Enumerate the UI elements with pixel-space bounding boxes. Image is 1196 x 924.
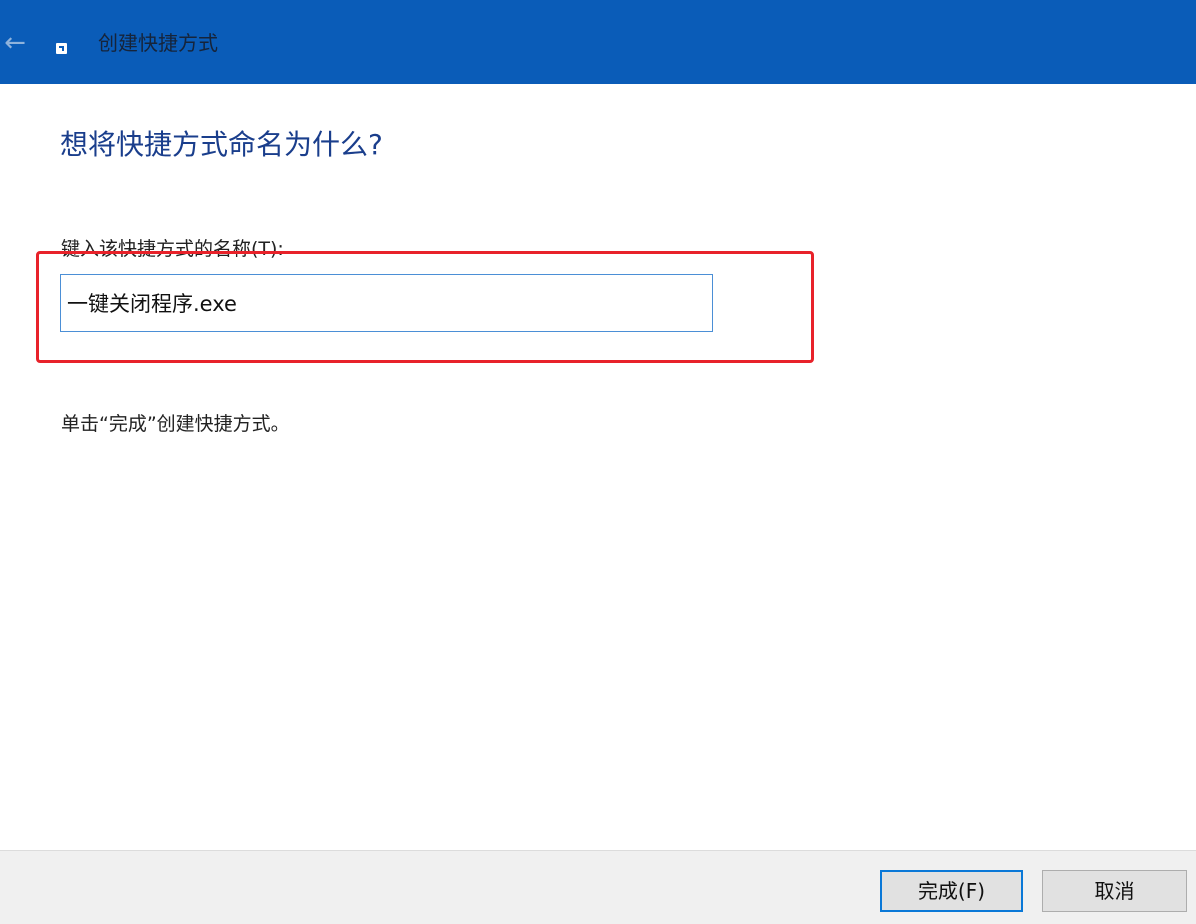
red-highlight-annotation: [36, 251, 814, 363]
back-arrow-icon[interactable]: ←: [0, 26, 30, 60]
create-shortcut-window: ← 创建快捷方式 想将快捷方式命名为什么? 键入该快捷方式的名称(T): 单击“…: [0, 0, 1196, 924]
title-bar: ← 创建快捷方式: [0, 0, 1196, 84]
finish-hint-text: 单击“完成”创建快捷方式。: [61, 413, 290, 435]
window-title: 创建快捷方式: [98, 31, 218, 55]
cancel-button[interactable]: 取消: [1042, 870, 1187, 912]
finish-button[interactable]: 完成(F): [880, 870, 1023, 912]
shortcut-icon: [56, 43, 67, 54]
page-heading: 想将快捷方式命名为什么?: [60, 128, 383, 161]
